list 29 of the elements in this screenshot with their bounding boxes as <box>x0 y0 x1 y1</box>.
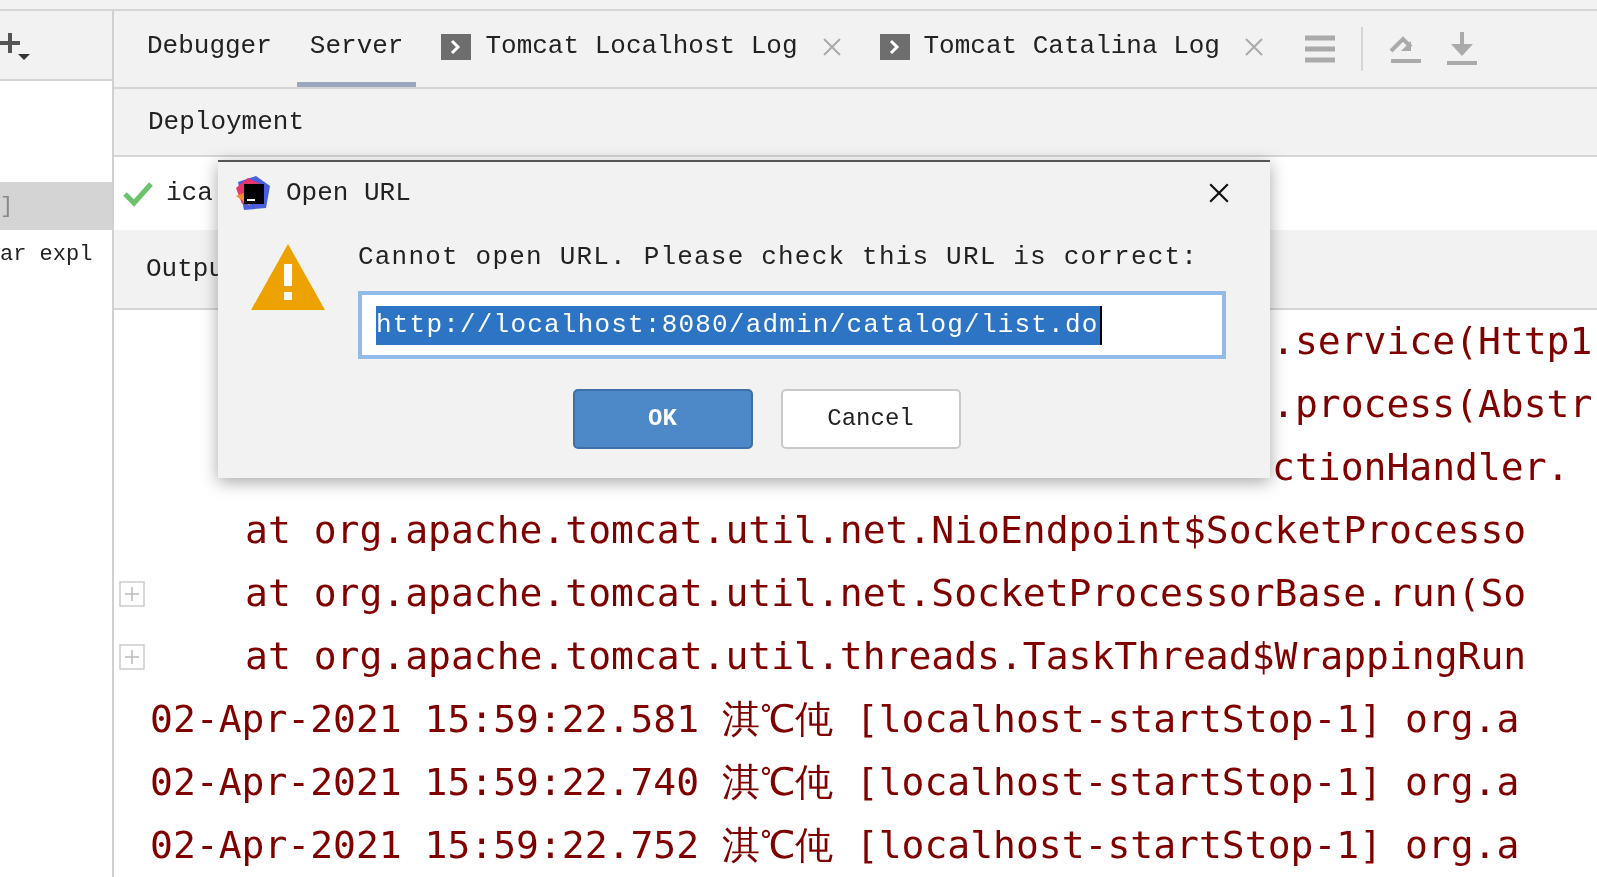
log-line: 02-Apr-2021 15:59:22.752 淇℃伅 [localhost-startStop-1] org.a <box>150 822 1520 869</box>
app-logo-icon <box>236 176 270 210</box>
section-header: Deployment <box>148 105 305 139</box>
tab[interactable]: Tomcat Catalina Log <box>866 11 1277 87</box>
expand-icon[interactable] <box>119 580 145 607</box>
deployment-item[interactable]: ica <box>166 174 213 213</box>
log-line: ctionHandler. <box>1272 444 1570 491</box>
dialog-message: Cannot open URL. Please check this URL is correct: <box>358 241 1200 274</box>
console-icon <box>441 33 472 60</box>
cancel-button[interactable]: Cancel <box>780 389 961 449</box>
url-field[interactable]: http://localhost:8080/admin/catalog/list.do <box>358 291 1226 359</box>
log-line: .service(Http1 <box>1272 318 1593 365</box>
log-line: .process(Abstr <box>1272 381 1593 428</box>
warning-icon <box>251 244 325 310</box>
tab[interactable]: Debugger <box>134 11 285 87</box>
log-line: 02-Apr-2021 15:59:22.740 淇℃伅 [localhost-startStop-1] org.a <box>150 759 1520 806</box>
expand-icon[interactable] <box>119 643 145 670</box>
close-icon[interactable] <box>1208 182 1230 204</box>
log-line: at org.apache.tomcat.util.net.NioEndpoint$SocketProcesso <box>245 507 1527 554</box>
log-line: at org.apache.tomcat.util.net.SocketProcessorBase.run(So <box>245 570 1527 617</box>
download-icon[interactable] <box>1446 32 1477 66</box>
dialog-title: Open URL <box>286 176 411 210</box>
tab[interactable]: Server <box>296 11 417 87</box>
log-line: 02-Apr-2021 15:59:22.581 淇℃伅 [localhost-startStop-1] org.a <box>150 696 1520 743</box>
tab[interactable]: Tomcat Localhost Log <box>428 11 855 87</box>
menu-icon[interactable] <box>1304 35 1335 63</box>
ok-button[interactable]: OK <box>572 389 753 449</box>
log-line: at org.apache.tomcat.util.threads.TaskThread$WrappingRun <box>245 633 1527 680</box>
console-icon <box>879 33 910 60</box>
